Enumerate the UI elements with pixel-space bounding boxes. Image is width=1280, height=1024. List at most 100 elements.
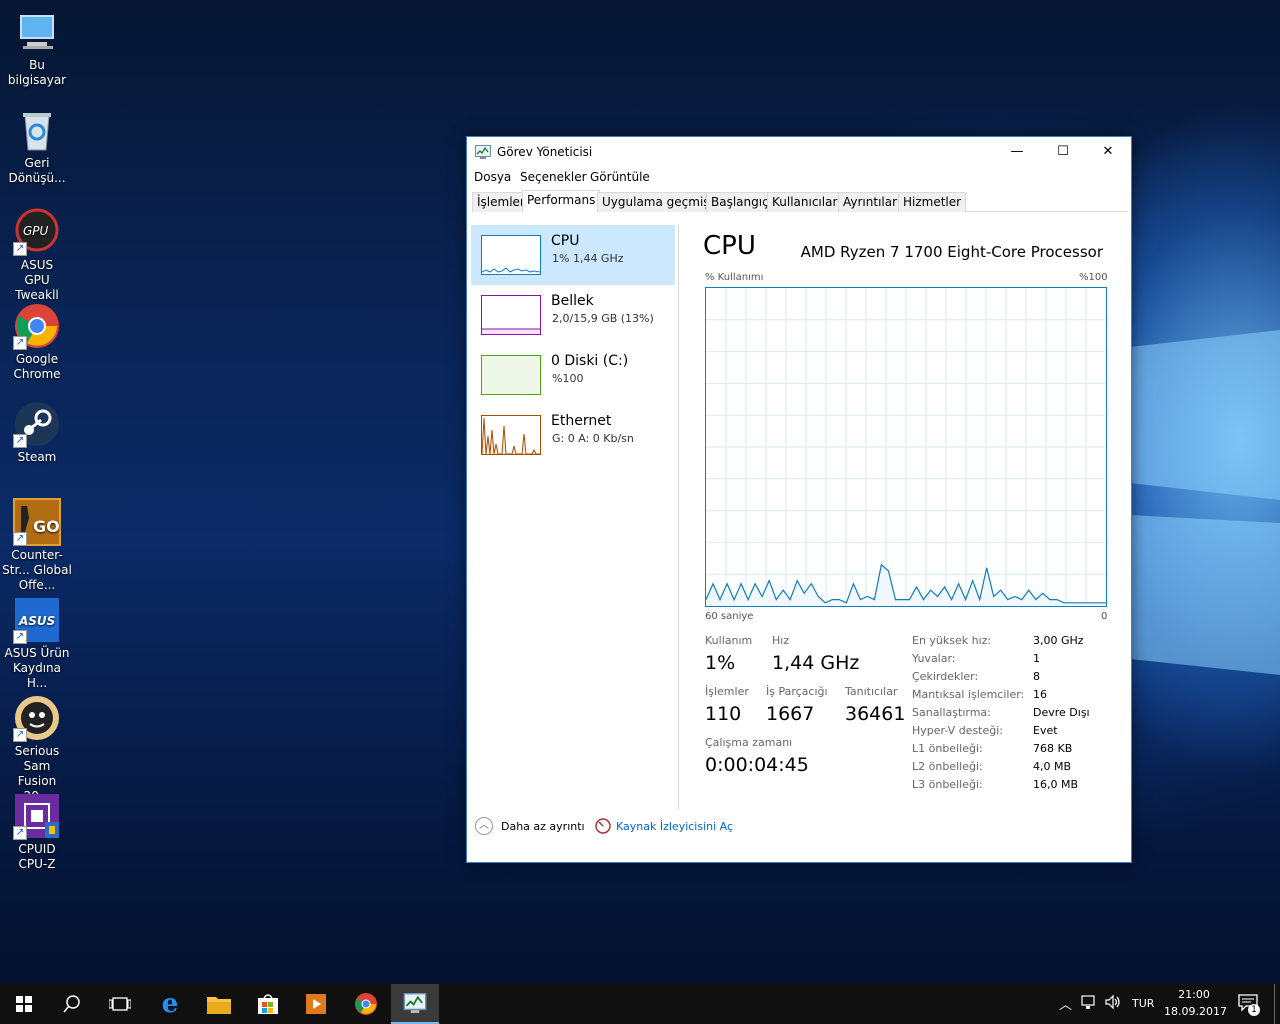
serious-sam-icon: ↗ <box>13 694 61 742</box>
store-icon[interactable] <box>244 984 292 1024</box>
task-manager-icon <box>403 993 427 1013</box>
input-language[interactable]: TUR <box>1132 984 1154 1024</box>
info-value: 8 <box>1033 670 1040 683</box>
info-value: 16,0 MB <box>1033 778 1079 791</box>
desktop-icon-label: Geri Dönüşü... <box>8 156 66 185</box>
cpuz-icon: ↗ <box>13 792 61 840</box>
resource-item-cpu[interactable]: CPU 1% 1,44 GHz <box>471 225 675 285</box>
title-bar[interactable]: Görev Yöneticisi — ☐ ✕ <box>467 137 1131 167</box>
asus-icon: ASUS ↗ <box>13 596 61 644</box>
desktop-icon-csgo[interactable]: GO ↗ Counter-Str... Global Offe... <box>0 498 74 593</box>
task-manager-taskbar-button[interactable] <box>391 984 439 1024</box>
cpu-model-name: AMD Ryzen 7 1700 Eight-Core Processor <box>800 243 1103 261</box>
tab-performance[interactable]: Performans <box>522 190 601 213</box>
usage-label: Kullanım <box>705 634 753 647</box>
shortcut-arrow-icon: ↗ <box>13 532 27 546</box>
tab-app-history[interactable]: Uygulama geçmişi <box>597 192 718 212</box>
windows-start-icon[interactable] <box>0 984 48 1024</box>
cpu-usage-chart <box>705 288 1106 606</box>
desktop-icon-steam[interactable]: ↗ Steam <box>0 400 74 465</box>
shortcut-arrow-icon: ↗ <box>13 242 27 256</box>
shortcut-arrow-icon: ↗ <box>13 434 27 448</box>
uptime-label: Çalışma zamanı <box>705 736 793 749</box>
desktop-icon-serious-sam[interactable]: ↗ Serious Sam Fusion 20... <box>0 694 74 804</box>
csgo-icon: GO ↗ <box>13 498 61 546</box>
desktop-icon-google-chrome[interactable]: ↗ Google Chrome <box>0 302 74 382</box>
clock-time: 21:00 <box>1178 988 1210 1001</box>
network-icon[interactable] <box>1081 994 1097 1010</box>
info-value: 3,00 GHz <box>1033 634 1084 647</box>
speed-label: Hız <box>772 634 790 647</box>
disk-thumbnail-graph <box>481 355 541 395</box>
desktop-icon-this-pc[interactable]: Bu bilgisayar <box>0 8 74 88</box>
minimize-button[interactable]: — <box>994 137 1040 167</box>
open-resource-monitor-link[interactable]: Kaynak İzleyicisini Aç <box>616 820 733 833</box>
info-key: Çekirdekler: <box>912 670 979 683</box>
menu-view[interactable]: Görüntüle <box>590 170 650 184</box>
info-key: L2 önbelleği: <box>912 760 983 773</box>
menu-options[interactable]: Seçenekler <box>520 170 587 184</box>
svg-text:GPU: GPU <box>23 224 49 238</box>
resource-monitor-icon <box>595 818 611 834</box>
resource-name: CPU <box>551 233 580 249</box>
svg-text:GO: GO <box>33 517 60 536</box>
tab-bar: İşlemler Performans Uygulama geçmişi Baş… <box>472 190 1128 213</box>
chevron-up-icon[interactable]: ︿ <box>475 817 493 835</box>
handles-value: 36461 <box>845 703 906 725</box>
info-value: 1 <box>1033 652 1040 665</box>
system-tray-icons: ︿ <box>1055 984 1130 1024</box>
task-view-icon[interactable] <box>96 984 144 1024</box>
info-value: Evet <box>1033 724 1058 737</box>
resource-summary: 1% 1,44 GHz <box>552 252 624 265</box>
tab-users[interactable]: Kullanıcılar <box>767 192 843 212</box>
clock[interactable]: 21:00 18.09.2017 <box>1164 984 1227 1024</box>
memory-thumbnail-graph <box>481 295 541 335</box>
info-value: 4,0 MB <box>1033 760 1072 773</box>
tab-startup[interactable]: Başlangıç <box>706 192 774 212</box>
show-desktop-button[interactable] <box>1274 984 1275 1024</box>
desktop-icon-asus-registration[interactable]: ASUS ↗ ASUS Ürün Kaydına H... <box>0 596 74 691</box>
resource-item-disk[interactable]: 0 Diski (C:) %100 <box>471 345 675 405</box>
action-center-button[interactable]: 1 <box>1232 984 1266 1024</box>
svg-text:ASUS: ASUS <box>18 614 55 628</box>
edge-icon[interactable]: e <box>146 984 194 1024</box>
shortcut-arrow-icon: ↗ <box>13 336 27 350</box>
resource-item-memory[interactable]: Bellek 2,0/15,9 GB (13%) <box>471 285 675 345</box>
chrome-icon[interactable] <box>342 984 390 1024</box>
menu-file[interactable]: Dosya <box>474 170 511 184</box>
desktop-icon-asus-gpu-tweak[interactable]: GPU ↗ ASUS GPU Tweakll <box>0 208 74 303</box>
file-explorer-icon[interactable] <box>195 984 243 1024</box>
chevron-up-icon[interactable]: ︿ <box>1059 994 1072 1013</box>
volume-icon[interactable] <box>1105 994 1121 1010</box>
desktop-icon-recycle-bin[interactable]: Geri Dönüşü... <box>0 106 74 186</box>
media-player-icon[interactable] <box>292 984 340 1024</box>
resource-name: Ethernet <box>551 413 612 429</box>
asus-gpu-tweak-icon: GPU ↗ <box>13 208 61 256</box>
threads-label: İş Parçacığı <box>766 685 828 698</box>
search-icon[interactable] <box>48 984 96 1024</box>
desktop-icon-label: ASUS Ürün Kaydına H... <box>4 646 70 690</box>
resource-summary: 2,0/15,9 GB (13%) <box>552 312 654 325</box>
close-button[interactable]: ✕ <box>1085 137 1131 167</box>
desktop-icon-cpuz[interactable]: ↗ CPUID CPU-Z <box>0 792 74 872</box>
y-axis-max-label: %100 <box>1079 272 1108 283</box>
footer-bar: ︿ Daha az ayrıntı Kaynak İzleyicisini Aç <box>467 817 1131 854</box>
info-key: Hyper-V desteği: <box>912 724 1004 737</box>
info-value: 16 <box>1033 688 1047 701</box>
recycle-bin-icon <box>13 106 61 154</box>
info-key: Mantıksal işlemciler: <box>912 688 1025 701</box>
computer-icon <box>13 8 61 56</box>
resource-summary: %100 <box>552 372 584 385</box>
desktop-icon-label: Bu bilgisayar <box>7 58 67 87</box>
x-axis-left-label: 60 saniye <box>705 611 754 622</box>
info-key: L3 önbelleği: <box>912 778 983 791</box>
maximize-button[interactable]: ☐ <box>1040 137 1086 167</box>
uptime-value: 0:00:04:45 <box>705 754 809 776</box>
resource-name: Bellek <box>551 293 594 309</box>
resource-item-ethernet[interactable]: Ethernet G: 0 A: 0 Kb/sn <box>471 405 675 465</box>
tab-details[interactable]: Ayrıntılar <box>838 192 903 212</box>
desktop-icon-label: Google Chrome <box>13 352 61 381</box>
fewer-details-link[interactable]: Daha az ayrıntı <box>501 820 585 833</box>
tab-services[interactable]: Hizmetler <box>898 192 967 212</box>
shortcut-arrow-icon: ↗ <box>13 630 27 644</box>
